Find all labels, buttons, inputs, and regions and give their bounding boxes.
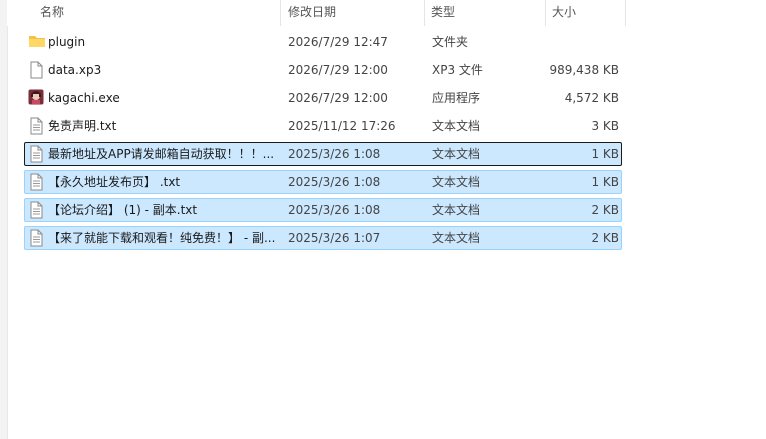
file-size: 1 KB xyxy=(591,175,619,189)
column-divider[interactable] xyxy=(424,0,425,26)
sort-ascending-icon: ⌃ xyxy=(157,0,167,7)
file-size: 1 KB xyxy=(591,147,619,161)
column-divider[interactable] xyxy=(625,0,626,26)
file-size: 2 KB xyxy=(591,231,619,245)
text-file-icon xyxy=(28,229,46,247)
file-name: 【来了就能下载和观看！纯免费！】 - 副... xyxy=(48,231,276,245)
file-name: 【论坛介绍】 (1) - 副本.txt xyxy=(48,203,198,217)
file-date: 2026/7/29 12:00 xyxy=(288,91,388,105)
file-name: plugin xyxy=(48,35,86,49)
file-row-plugin[interactable]: plugin 2026/7/29 12:47 文件夹 xyxy=(24,30,622,54)
file-list: plugin 2026/7/29 12:47 文件夹 data.xp3 2026… xyxy=(24,30,622,254)
file-date: 2025/3/26 1:08 xyxy=(288,175,381,189)
file-date: 2025/3/26 1:07 xyxy=(288,231,381,245)
file-size: 989,438 KB xyxy=(549,63,619,77)
text-file-icon xyxy=(28,117,46,135)
text-file-icon xyxy=(28,173,46,191)
file-name: 免责声明.txt xyxy=(48,119,117,133)
file-size: 2 KB xyxy=(591,203,619,217)
blank-file-icon xyxy=(28,61,46,79)
app-icon xyxy=(28,89,46,107)
file-row-data-xp3[interactable]: data.xp3 2026/7/29 12:00 XP3 文件 989,438 … xyxy=(24,58,622,82)
file-date: 2026/7/29 12:47 xyxy=(288,35,388,49)
file-size: 4,572 KB xyxy=(564,91,619,105)
file-row-kagachi-exe[interactable]: kagachi.exe 2026/7/29 12:00 应用程序 4,572 K… xyxy=(24,86,622,110)
column-header-bar: 名称 ⌃ 修改日期 类型 大小 xyxy=(7,0,627,26)
file-size xyxy=(525,31,619,53)
file-date: 2025/3/26 1:08 xyxy=(288,147,381,161)
text-file-icon xyxy=(28,145,46,163)
file-size: 3 KB xyxy=(591,119,619,133)
navigation-pane-edge[interactable] xyxy=(0,0,8,439)
file-row-disclaimer[interactable]: 免责声明.txt 2025/11/12 17:26 文本文档 3 KB xyxy=(24,114,622,138)
file-date: 2025/11/12 17:26 xyxy=(288,119,396,133)
file-name: 最新地址及APP请发邮箱自动获取！！！... xyxy=(48,147,275,161)
file-name: 【永久地址发布页】 .txt xyxy=(48,175,181,189)
file-date: 2026/7/29 12:00 xyxy=(288,63,388,77)
file-row-permanent-address[interactable]: 【永久地址发布页】 .txt 2025/3/26 1:08 文本文档 1 KB xyxy=(24,170,622,194)
file-explorer-pane: 名称 ⌃ 修改日期 类型 大小 plugin 2026/7/29 12:47 文… xyxy=(0,0,766,439)
column-header-date[interactable]: 修改日期 xyxy=(288,0,336,26)
text-file-icon xyxy=(28,201,46,219)
folder-icon xyxy=(28,33,46,51)
column-header-size[interactable]: 大小 xyxy=(552,0,576,26)
file-name: kagachi.exe xyxy=(48,91,120,105)
file-row-forum-intro[interactable]: 【论坛介绍】 (1) - 副本.txt 2025/3/26 1:08 文本文档 … xyxy=(24,198,622,222)
column-divider[interactable] xyxy=(545,0,546,26)
file-name: data.xp3 xyxy=(48,63,102,77)
column-header-name[interactable]: 名称 xyxy=(40,0,64,26)
column-divider[interactable] xyxy=(280,0,281,26)
column-header-type[interactable]: 类型 xyxy=(431,0,455,26)
file-row-latest-address[interactable]: 最新地址及APP请发邮箱自动获取！！！... 2025/3/26 1:08 文本… xyxy=(24,142,622,166)
file-row-free-download[interactable]: 【来了就能下载和观看！纯免费！】 - 副... 2025/3/26 1:07 文… xyxy=(24,226,622,250)
file-date: 2025/3/26 1:08 xyxy=(288,203,381,217)
